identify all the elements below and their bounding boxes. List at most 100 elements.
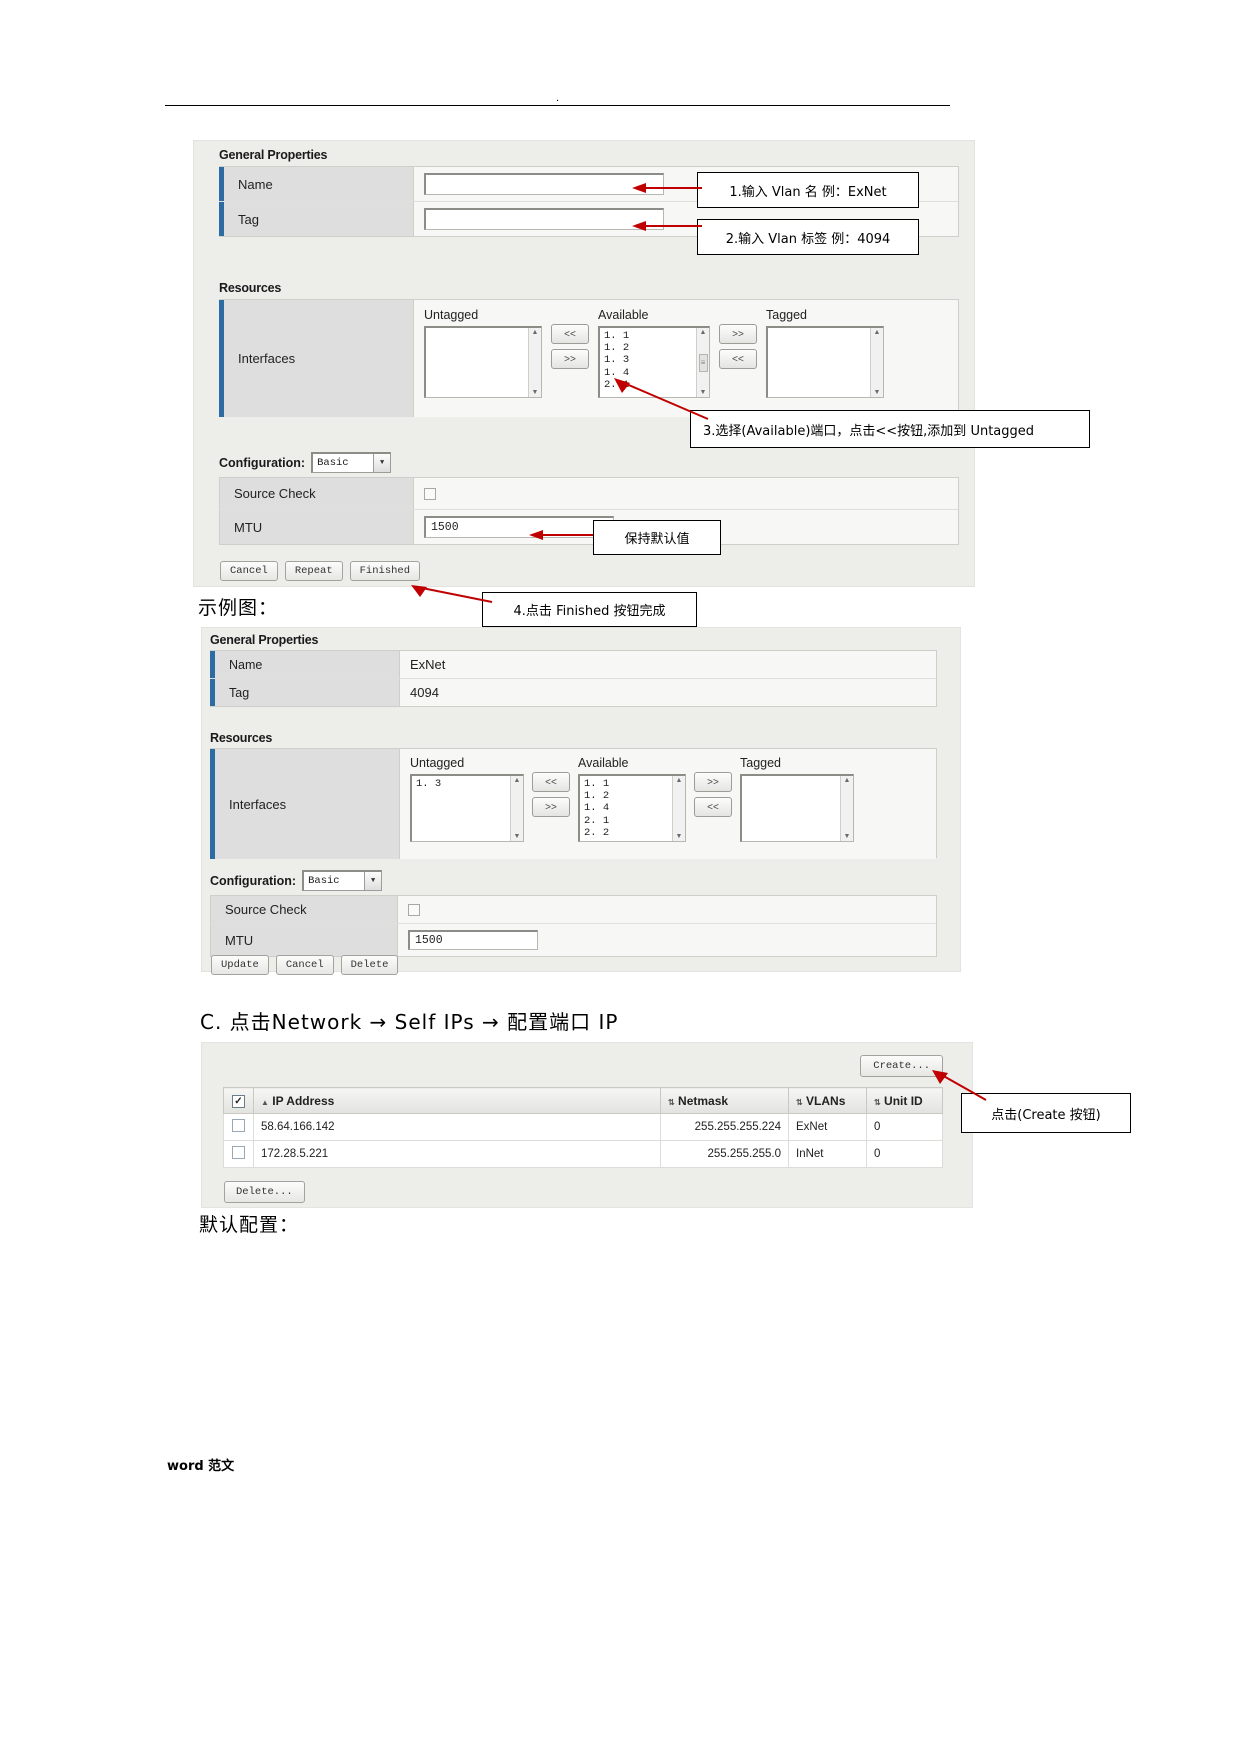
move-from-untagged-button[interactable]: >>	[551, 349, 589, 369]
table-header-row: ✓ ▲ IP Address ⇅ Netmask ⇅ VLANs ⇅ Unit …	[223, 1087, 943, 1114]
untagged-listbox[interactable]: ▲ ▼	[424, 326, 542, 398]
select-all-header[interactable]: ✓	[223, 1087, 254, 1114]
untagged-listbox-2[interactable]: 1. 3 ▲ ▼	[410, 774, 524, 842]
list-item[interactable]: 1. 2	[604, 342, 692, 354]
available-scrollbar-2[interactable]: ▲ ▼	[672, 776, 685, 841]
tagged-items[interactable]	[768, 328, 870, 397]
configuration-select-2[interactable]: Basic ▼	[302, 870, 383, 891]
untagged-column-2: Untagged 1. 3 ▲ ▼	[410, 756, 524, 842]
col-unit-id[interactable]: ⇅ Unit ID	[866, 1087, 943, 1114]
list-item[interactable]: 2. 1	[584, 815, 668, 827]
configuration-table: Source Check MTU 1500	[219, 477, 959, 545]
scroll-thumb[interactable]	[698, 353, 708, 372]
scroll-up-icon[interactable]: ▲	[700, 329, 707, 336]
name-value-2: ExNet	[410, 657, 446, 672]
source-check-checkbox[interactable]	[424, 487, 436, 500]
configuration-select[interactable]: Basic ▼	[311, 452, 392, 473]
scroll-up-icon[interactable]: ▲	[844, 777, 851, 784]
sort-asc-icon: ▲	[261, 1097, 269, 1107]
tagged-scrollbar-2[interactable]: ▲ ▼	[840, 776, 853, 841]
chevron-down-icon[interactable]: ▼	[373, 454, 391, 472]
list-item[interactable]: 1. 3	[604, 354, 692, 366]
create-button[interactable]: Create...	[860, 1055, 943, 1077]
cancel-button[interactable]: Cancel	[220, 561, 278, 581]
scroll-down-icon[interactable]: ▼	[514, 833, 521, 840]
update-button[interactable]: Update	[211, 955, 269, 975]
untagged-items-2[interactable]: 1. 3	[412, 776, 510, 841]
col-unit-id-label: Unit ID	[884, 1093, 923, 1108]
available-listbox[interactable]: 1. 11. 21. 31. 42. 1 ▲ ▼	[598, 326, 710, 398]
scroll-up-icon[interactable]: ▲	[874, 329, 881, 336]
finished-button[interactable]: Finished	[349, 561, 421, 581]
untagged-scrollbar-2[interactable]: ▲ ▼	[510, 776, 523, 841]
tagged-items-2[interactable]	[742, 776, 840, 841]
ip-address-link[interactable]: 172.28.5.221	[253, 1140, 661, 1168]
tagged-scrollbar[interactable]: ▲ ▼	[870, 328, 883, 397]
list-item[interactable]: 1. 4	[604, 367, 692, 379]
list-item[interactable]: 1. 4	[584, 802, 668, 814]
move-to-untagged-button[interactable]: <<	[551, 324, 589, 344]
tagged-listbox-2[interactable]: ▲ ▼	[740, 774, 854, 842]
cancel-button-2[interactable]: Cancel	[275, 955, 334, 975]
netmask-cell: 255.255.255.224	[660, 1113, 789, 1141]
available-items-2[interactable]: 1. 1 1. 2 1. 4 2. 1 2. 2	[580, 776, 672, 841]
untagged-items[interactable]	[426, 328, 528, 397]
scroll-down-icon[interactable]: ▼	[874, 389, 881, 396]
list-item[interactable]: 1. 2	[584, 790, 668, 802]
delete-button[interactable]: Delete	[340, 955, 399, 975]
chevron-down-icon[interactable]: ▼	[364, 872, 382, 890]
unit-id-cell: 0	[866, 1140, 943, 1168]
delete-selfip-button[interactable]: Delete...	[224, 1181, 305, 1203]
list-item[interactable]: 1. 1	[584, 778, 668, 790]
col-netmask-label: Netmask	[678, 1093, 729, 1108]
list-item[interactable]: 2. 2	[584, 827, 668, 839]
scroll-up-icon[interactable]: ▲	[514, 777, 521, 784]
col-vlans[interactable]: ⇅ VLANs	[788, 1087, 867, 1114]
scroll-down-icon[interactable]: ▼	[676, 833, 683, 840]
list-item[interactable]: 1. 1	[604, 330, 692, 342]
scroll-up-icon[interactable]: ▲	[532, 329, 539, 336]
repeat-button[interactable]: Repeat	[284, 561, 343, 581]
vlan-link[interactable]: ExNet	[788, 1113, 867, 1141]
table-row[interactable]: 58.64.166.142 255.255.255.224 ExNet 0	[223, 1113, 943, 1141]
mtu-input[interactable]: 1500	[424, 516, 614, 538]
ip-address-link[interactable]: 58.64.166.142	[253, 1113, 661, 1141]
available-scrollbar[interactable]: ▲ ▼	[696, 328, 709, 397]
source-check-checkbox-2[interactable]	[408, 903, 420, 916]
scroll-up-icon[interactable]: ▲	[676, 777, 683, 784]
tagged-listbox[interactable]: ▲ ▼	[766, 326, 884, 398]
source-check-value-cell-2	[398, 896, 936, 923]
row-checkbox[interactable]	[232, 1119, 245, 1132]
tag-value-2: 4094	[410, 685, 439, 700]
list-item[interactable]: 2. 1	[604, 379, 692, 391]
mtu-input-2[interactable]: 1500	[408, 930, 538, 950]
vlan-link[interactable]: InNet	[788, 1140, 867, 1168]
select-all-checkbox[interactable]: ✓	[232, 1095, 245, 1108]
scroll-down-icon[interactable]: ▼	[700, 389, 707, 396]
move-from-tagged-button-2[interactable]: <<	[694, 797, 732, 817]
untagged-scrollbar[interactable]: ▲ ▼	[528, 328, 541, 397]
col-ip-address[interactable]: ▲ IP Address	[253, 1087, 661, 1114]
tag-value-cell-2: 4094	[400, 679, 936, 706]
table-row[interactable]: 172.28.5.221 255.255.255.0 InNet 0	[223, 1140, 943, 1168]
col-netmask[interactable]: ⇅ Netmask	[660, 1087, 789, 1114]
available-listbox-2[interactable]: 1. 1 1. 2 1. 4 2. 1 2. 2 ▲ ▼	[578, 774, 686, 842]
mtu-label: MTU	[219, 510, 414, 544]
list-item[interactable]: 1. 3	[416, 778, 506, 790]
scroll-down-icon[interactable]: ▼	[844, 833, 851, 840]
source-check-label-2: Source Check	[210, 896, 398, 923]
row-checkbox[interactable]	[232, 1146, 245, 1159]
scroll-down-icon[interactable]: ▼	[532, 389, 539, 396]
row-select-cell[interactable]	[223, 1140, 254, 1168]
untagged-label-2: Untagged	[410, 756, 465, 770]
move-from-untagged-button-2[interactable]: >>	[532, 797, 570, 817]
move-from-tagged-button[interactable]: <<	[719, 349, 757, 369]
move-to-tagged-button-2[interactable]: >>	[694, 772, 732, 792]
mtu-row: MTU 1500	[219, 510, 958, 544]
available-items[interactable]: 1. 1 1. 2 1. 3 1. 4 2. 1	[600, 328, 696, 397]
row-select-cell[interactable]	[223, 1113, 254, 1141]
move-to-tagged-button[interactable]: >>	[719, 324, 757, 344]
move-to-untagged-button-2[interactable]: <<	[532, 772, 570, 792]
tag-input[interactable]	[424, 208, 664, 230]
name-input[interactable]	[424, 173, 664, 195]
